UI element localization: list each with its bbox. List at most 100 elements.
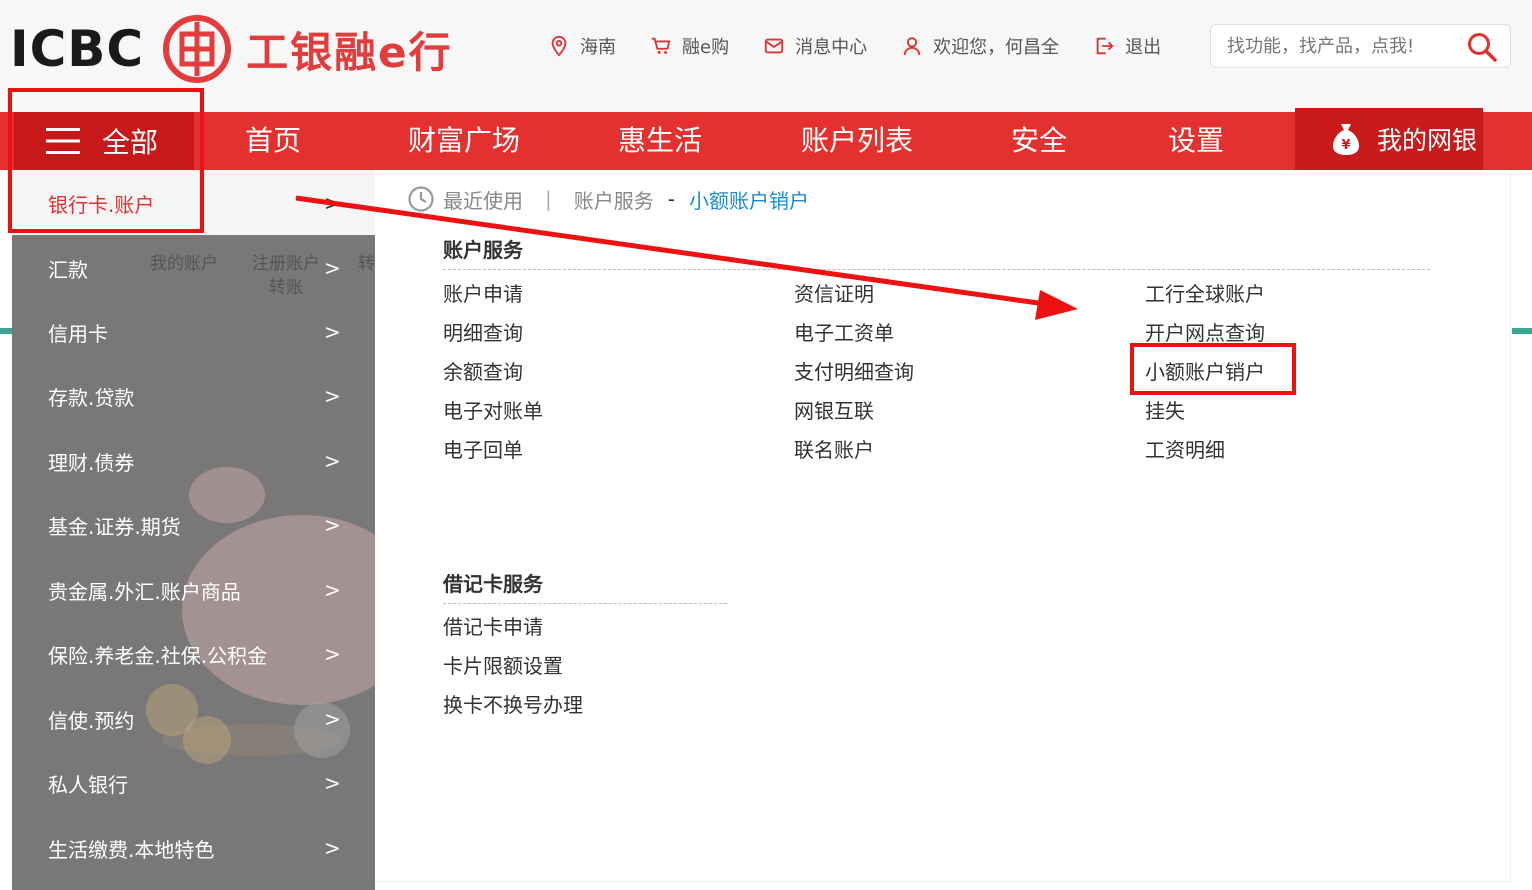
- menu-item-label: 保险.养老金.社保.公积金: [48, 643, 268, 668]
- chevron-right-icon: >: [324, 836, 341, 860]
- menu-item-label: 理财.债券: [48, 450, 135, 475]
- chevron-right-icon: >: [324, 320, 341, 344]
- menu-item-label: 基金.证券.期货: [48, 514, 181, 539]
- search-input[interactable]: [1227, 33, 1467, 59]
- nav-life[interactable]: 惠生活: [618, 112, 702, 170]
- cart-icon: [651, 37, 671, 54]
- chevron-right-icon: >: [324, 578, 341, 602]
- link-payment-detail[interactable]: 支付明细查询: [794, 356, 914, 385]
- all-menu-button[interactable]: 全部: [14, 112, 194, 170]
- recent-breadcrumb: 最近使用 | 账户服务 - 小额账户销户: [407, 184, 809, 214]
- link-small-account-close[interactable]: 小额账户销户: [1145, 356, 1265, 385]
- location-label: 海南: [580, 37, 616, 58]
- location-pin-icon: [551, 35, 567, 57]
- location-link[interactable]: 海南: [548, 33, 616, 59]
- nav-home[interactable]: 首页: [245, 112, 301, 170]
- user-icon: [903, 37, 921, 56]
- menu-item-label: 银行卡.账户: [48, 192, 155, 217]
- menu-item-funds[interactable]: 基金.证券.期货 >: [12, 493, 375, 557]
- breadcrumb-separator: |: [545, 187, 552, 211]
- menu-item-bill-payment[interactable]: 生活缴费.本地特色 >: [12, 816, 375, 880]
- menu-item-insurance[interactable]: 保险.养老金.社保.公积金 >: [12, 622, 375, 686]
- menu-item-metals[interactable]: 贵金属.外汇.账户商品 >: [12, 558, 375, 622]
- shop-link[interactable]: 融e购: [650, 33, 729, 59]
- section-title-debit-services: 借记卡服务: [443, 568, 727, 604]
- menu-item-credit-card[interactable]: 信用卡 >: [12, 300, 375, 364]
- icbc-logo[interactable]: ICBC 工银融e行: [10, 14, 453, 84]
- menu-item-label: 信使.预约: [48, 708, 135, 733]
- user-label: 欢迎您，何昌全: [933, 37, 1060, 58]
- link-ebank-interconnect[interactable]: 网银互联: [794, 395, 874, 424]
- link-detail-query[interactable]: 明细查询: [443, 317, 523, 346]
- nav-settings[interactable]: 设置: [1168, 112, 1224, 170]
- logout-label: 退出: [1125, 37, 1162, 58]
- category-menu: 我的账户 注册账户 转账 转 银行卡.账户 > 汇款 > 信用卡 > 存款.贷款…: [12, 170, 375, 890]
- menu-item-remittance[interactable]: 汇款 >: [12, 236, 375, 300]
- search-box: [1210, 24, 1511, 68]
- user-link[interactable]: 欢迎您，何昌全: [901, 33, 1059, 59]
- nav-accounts[interactable]: 账户列表: [801, 112, 913, 170]
- breadcrumb-dash: -: [667, 187, 675, 211]
- recent-label: 最近使用: [443, 188, 523, 213]
- svg-text:¥: ¥: [1341, 138, 1350, 153]
- menu-item-label: 生活缴费.本地特色: [48, 837, 215, 862]
- link-e-payslip[interactable]: 电子工资单: [794, 317, 894, 346]
- chevron-right-icon: >: [324, 256, 341, 280]
- shop-label: 融e购: [682, 37, 730, 58]
- menu-item-wealth-bonds[interactable]: 理财.债券 >: [12, 429, 375, 493]
- chevron-right-icon: >: [324, 449, 341, 473]
- logout-link[interactable]: 退出: [1093, 33, 1161, 59]
- top-header: ICBC 工银融e行 海南 融e购 消息中心 欢迎您，何昌全 退出: [0, 0, 1532, 112]
- menu-item-label: 汇款: [48, 257, 88, 282]
- messages-link[interactable]: 消息中心: [763, 33, 867, 59]
- menu-item-deposit-loan[interactable]: 存款.贷款 >: [12, 364, 375, 428]
- link-account-apply[interactable]: 账户申请: [443, 278, 523, 307]
- link-salary-detail[interactable]: 工资明细: [1145, 434, 1225, 463]
- logout-icon: [1096, 37, 1114, 55]
- top-links: 海南 融e购 消息中心 欢迎您，何昌全 退出: [548, 30, 1195, 62]
- link-e-statement[interactable]: 电子对账单: [443, 395, 543, 424]
- my-ebank-button[interactable]: ¥ 我的网银: [1295, 108, 1483, 170]
- submenu-panel: 最近使用 | 账户服务 - 小额账户销户 账户服务 账户申请 明细查询 余额查询…: [375, 170, 1511, 882]
- link-credit-certificate[interactable]: 资信证明: [794, 278, 874, 307]
- clock-icon: [408, 186, 434, 212]
- breadcrumb-category[interactable]: 账户服务: [574, 185, 654, 214]
- logo-text: ICBC: [10, 20, 145, 78]
- brand-name: 工银融e行: [246, 27, 453, 77]
- link-global-account[interactable]: 工行全球账户: [1145, 278, 1265, 307]
- menu-item-label: 贵金属.外汇.账户商品: [48, 579, 241, 604]
- link-joint-account[interactable]: 联名账户: [794, 434, 874, 463]
- chevron-right-icon: >: [324, 191, 341, 215]
- icbc-emblem-icon: [163, 15, 232, 83]
- search-icon[interactable]: [1466, 31, 1498, 63]
- link-report-loss[interactable]: 挂失: [1145, 395, 1185, 424]
- chevron-right-icon: >: [324, 707, 341, 731]
- all-menu-label: 全部: [102, 126, 159, 159]
- background-stripe-left: [0, 328, 12, 334]
- menu-item-messenger[interactable]: 信使.预约 >: [12, 687, 375, 751]
- hamburger-icon: [46, 128, 80, 154]
- money-bag-icon: ¥: [1333, 124, 1359, 155]
- main-nav: 全部 首页 财富广场 惠生活 账户列表 安全 设置 ¥ 我的网银: [0, 108, 1532, 170]
- nav-security[interactable]: 安全: [1011, 112, 1067, 170]
- section-title-account-services: 账户服务: [443, 234, 1430, 270]
- link-card-limit-setting[interactable]: 卡片限额设置: [443, 650, 563, 679]
- chevron-right-icon: >: [324, 384, 341, 408]
- chevron-right-icon: >: [324, 513, 341, 537]
- background-stripe-right: [1512, 328, 1532, 334]
- nav-wealth[interactable]: 财富广场: [408, 112, 520, 170]
- chevron-right-icon: >: [324, 642, 341, 666]
- menu-item-label: 信用卡: [48, 321, 108, 346]
- link-branch-query[interactable]: 开户网点查询: [1145, 317, 1265, 346]
- menu-item-bank-card[interactable]: 银行卡.账户 >: [12, 171, 375, 235]
- chevron-right-icon: >: [324, 771, 341, 795]
- link-balance-query[interactable]: 余额查询: [443, 356, 523, 385]
- my-ebank-label: 我的网银: [1377, 126, 1478, 155]
- link-card-replace[interactable]: 换卡不换号办理: [443, 689, 583, 718]
- link-debit-card-apply[interactable]: 借记卡申请: [443, 611, 543, 640]
- menu-item-label: 存款.贷款: [48, 385, 135, 410]
- menu-item-private-banking[interactable]: 私人银行 >: [12, 751, 375, 815]
- link-e-receipt[interactable]: 电子回单: [443, 434, 523, 463]
- menu-item-label: 私人银行: [48, 772, 128, 797]
- breadcrumb-current[interactable]: 小额账户销户: [689, 185, 809, 214]
